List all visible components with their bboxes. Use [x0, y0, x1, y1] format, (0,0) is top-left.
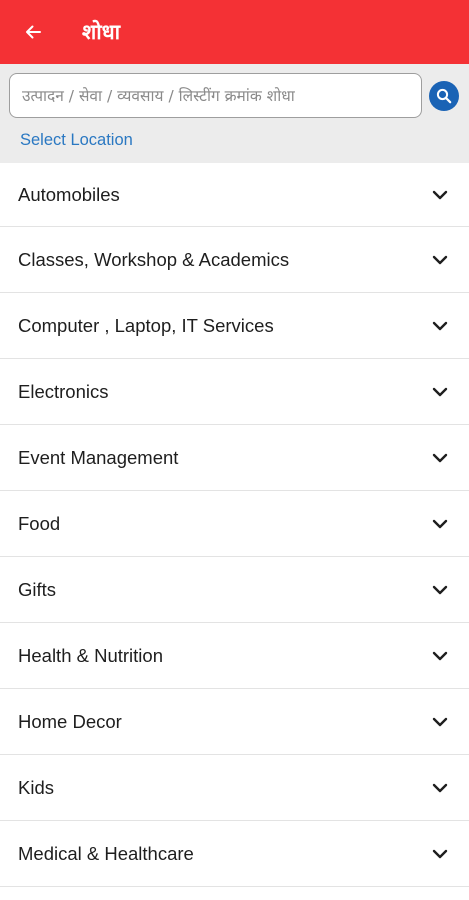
- category-label: Health & Nutrition: [18, 644, 163, 666]
- category-item[interactable]: Kids: [0, 755, 469, 821]
- search-input[interactable]: [9, 73, 422, 118]
- chevron-down-icon: [432, 453, 448, 463]
- category-label: Medical & Healthcare: [18, 842, 194, 864]
- chevron-down-icon: [432, 519, 448, 529]
- category-label: Classes, Workshop & Academics: [18, 248, 290, 270]
- search-icon: [436, 88, 452, 103]
- chevron-down-icon: [432, 849, 448, 859]
- select-location-link[interactable]: Select Location: [20, 131, 133, 150]
- search-panel: Select Location: [0, 64, 469, 163]
- chevron-down-icon: [432, 387, 448, 397]
- search-button[interactable]: [429, 80, 459, 111]
- category-label: Computer , Laptop, IT Services: [18, 314, 274, 336]
- category-label: Kids: [18, 776, 54, 798]
- category-label: Gifts: [18, 578, 57, 600]
- page-title: शोधा: [82, 20, 121, 44]
- back-button[interactable]: [22, 21, 44, 43]
- category-item[interactable]: Event Management: [0, 425, 469, 491]
- category-label: Food: [18, 512, 61, 534]
- chevron-down-icon: [432, 585, 448, 595]
- category-item[interactable]: Gifts: [0, 557, 469, 623]
- chevron-down-icon: [432, 321, 448, 331]
- category-item[interactable]: Home Decor: [0, 689, 469, 755]
- category-item[interactable]: Classes, Workshop & Academics: [0, 227, 469, 293]
- arrow-left-icon: [26, 25, 41, 39]
- category-label: Home Decor: [18, 710, 122, 732]
- chevron-down-icon: [432, 717, 448, 727]
- search-screen: शोधा Select Location Automobiles Classes,…: [0, 0, 469, 900]
- category-list: Automobiles Classes, Workshop & Academics…: [0, 163, 469, 887]
- chevron-down-icon: [432, 190, 448, 200]
- category-label: Automobiles: [18, 183, 120, 205]
- category-item[interactable]: Food: [0, 491, 469, 557]
- category-label: Electronics: [18, 380, 109, 402]
- category-item[interactable]: Automobiles: [0, 163, 469, 227]
- chevron-down-icon: [432, 651, 448, 661]
- app-header: शोधा: [0, 0, 469, 64]
- chevron-down-icon: [432, 255, 448, 265]
- chevron-down-icon: [432, 783, 448, 793]
- category-item[interactable]: Electronics: [0, 359, 469, 425]
- category-item[interactable]: Computer , Laptop, IT Services: [0, 293, 469, 359]
- category-label: Event Management: [18, 446, 179, 468]
- category-item[interactable]: Health & Nutrition: [0, 623, 469, 689]
- search-row: [9, 73, 460, 118]
- category-item[interactable]: Medical & Healthcare: [0, 821, 469, 887]
